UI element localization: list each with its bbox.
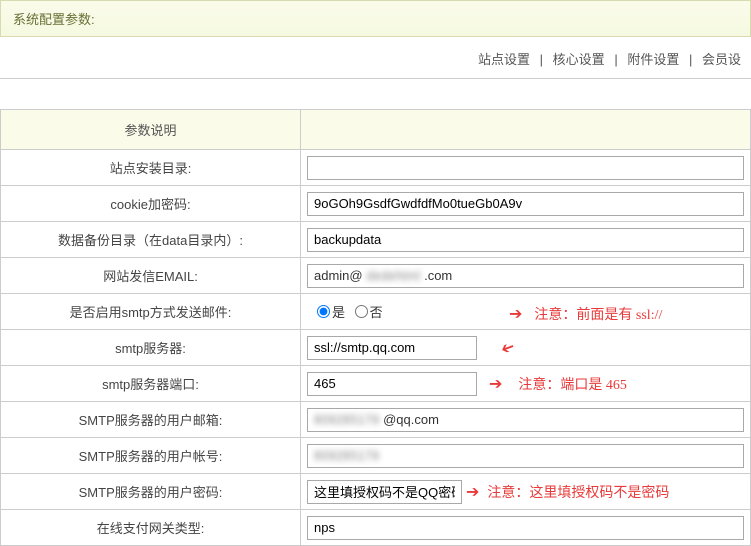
- label-payment: 在线支付网关类型:: [1, 510, 301, 546]
- param-header-row: 参数说明: [1, 110, 751, 150]
- page-title: 系统配置参数:: [13, 12, 95, 27]
- nav-separator: |: [614, 52, 617, 67]
- value-cell: ➔ 注意：端口是 465: [301, 366, 751, 402]
- value-cell: [301, 222, 751, 258]
- value-cell: 是 否 ➔ 注意：前面是有 ssl://: [301, 294, 751, 330]
- annotation-text: 注意：端口是 465: [518, 374, 627, 394]
- label-backup-dir: 数据备份目录（在data目录内）:: [1, 222, 301, 258]
- divider: [0, 78, 751, 79]
- label-install-dir: 站点安装目录:: [1, 150, 301, 186]
- smtp-user-acct-input[interactable]: 809285179: [307, 444, 744, 468]
- config-table: 参数说明 站点安装目录: cookie加密码: 数据备份目录（在data目录内）…: [0, 109, 751, 546]
- table-row: cookie加密码:: [1, 186, 751, 222]
- value-cell: [301, 510, 751, 546]
- mail-suffix: @qq.com: [383, 412, 439, 427]
- smtp-port-input[interactable]: [307, 372, 477, 396]
- email-blurred: dedehtml: [367, 268, 420, 283]
- smtp-yes-radio[interactable]: [317, 305, 330, 318]
- value-cell: 809285179: [301, 438, 751, 474]
- table-row: 是否启用smtp方式发送邮件: 是 否 ➔ 注意：前面是有 ssl://: [1, 294, 751, 330]
- smtp-yes-label: 是: [332, 305, 345, 320]
- tab-member[interactable]: 会员设: [702, 52, 741, 67]
- table-row: SMTP服务器的用户帐号: 809285179: [1, 438, 751, 474]
- nav-separator: |: [540, 52, 543, 67]
- annotation-wrapper: ➔ 注意：前面是有 ssl://: [501, 304, 662, 324]
- arrow-icon: ➔: [498, 336, 517, 359]
- label-cookie-pwd: cookie加密码:: [1, 186, 301, 222]
- nav-tabs: 站点设置 | 核心设置 | 附件设置 | 会员设: [0, 37, 751, 76]
- cookie-pwd-input[interactable]: [307, 192, 744, 216]
- page-header: 系统配置参数:: [0, 0, 751, 37]
- smtp-no-label: 否: [370, 305, 383, 320]
- tab-core[interactable]: 核心设置: [553, 52, 605, 67]
- value-cell: ➔: [301, 330, 751, 366]
- radio-group: 是 否: [311, 302, 383, 321]
- annotation-text: 注意：这里填授权码不是密码: [487, 482, 669, 502]
- table-row: SMTP服务器的用户密码: ➔ 注意：这里填授权码不是密码: [1, 474, 751, 510]
- table-row: smtp服务器端口: ➔ 注意：端口是 465: [1, 366, 751, 402]
- table-row: SMTP服务器的用户邮箱: 809285179 @qq.com: [1, 402, 751, 438]
- backup-dir-input[interactable]: [307, 228, 744, 252]
- smtp-no-radio[interactable]: [355, 305, 368, 318]
- acct-blurred: 809285179: [314, 448, 379, 463]
- arrow-icon: ➔: [509, 304, 522, 324]
- email-prefix: admin@: [314, 268, 363, 283]
- email-suffix: .com: [424, 268, 452, 283]
- install-dir-input[interactable]: [307, 156, 744, 180]
- smtp-user-mail-input[interactable]: 809285179 @qq.com: [307, 408, 744, 432]
- nav-separator: |: [689, 52, 692, 67]
- table-row: smtp服务器: ➔: [1, 330, 751, 366]
- value-cell: ➔ 注意：这里填授权码不是密码: [301, 474, 751, 510]
- label-smtp-enable: 是否启用smtp方式发送邮件:: [1, 294, 301, 330]
- arrow-icon: ➔: [489, 374, 502, 394]
- table-row: 在线支付网关类型:: [1, 510, 751, 546]
- send-email-input[interactable]: admin@ dedehtml .com: [307, 264, 744, 288]
- param-header-label: 参数说明: [1, 110, 301, 150]
- tab-site[interactable]: 站点设置: [478, 52, 530, 67]
- param-header-value: [301, 110, 751, 150]
- tab-attach[interactable]: 附件设置: [627, 52, 679, 67]
- label-smtp-user-pwd: SMTP服务器的用户密码:: [1, 474, 301, 510]
- label-smtp-server: smtp服务器:: [1, 330, 301, 366]
- label-send-email: 网站发信EMAIL:: [1, 258, 301, 294]
- value-cell: 809285179 @qq.com: [301, 402, 751, 438]
- label-smtp-user-mail: SMTP服务器的用户邮箱:: [1, 402, 301, 438]
- payment-input[interactable]: [307, 516, 744, 540]
- label-smtp-user-acct: SMTP服务器的用户帐号:: [1, 438, 301, 474]
- annotation-text: 注意：前面是有 ssl://: [534, 304, 662, 324]
- mail-blurred: 809285179: [314, 412, 379, 427]
- value-cell: [301, 186, 751, 222]
- label-smtp-port: smtp服务器端口:: [1, 366, 301, 402]
- value-cell: [301, 150, 751, 186]
- table-row: 网站发信EMAIL: admin@ dedehtml .com: [1, 258, 751, 294]
- table-row: 数据备份目录（在data目录内）:: [1, 222, 751, 258]
- value-cell: admin@ dedehtml .com: [301, 258, 751, 294]
- arrow-icon: ➔: [466, 482, 479, 502]
- table-row: 站点安装目录:: [1, 150, 751, 186]
- smtp-server-input[interactable]: [307, 336, 477, 360]
